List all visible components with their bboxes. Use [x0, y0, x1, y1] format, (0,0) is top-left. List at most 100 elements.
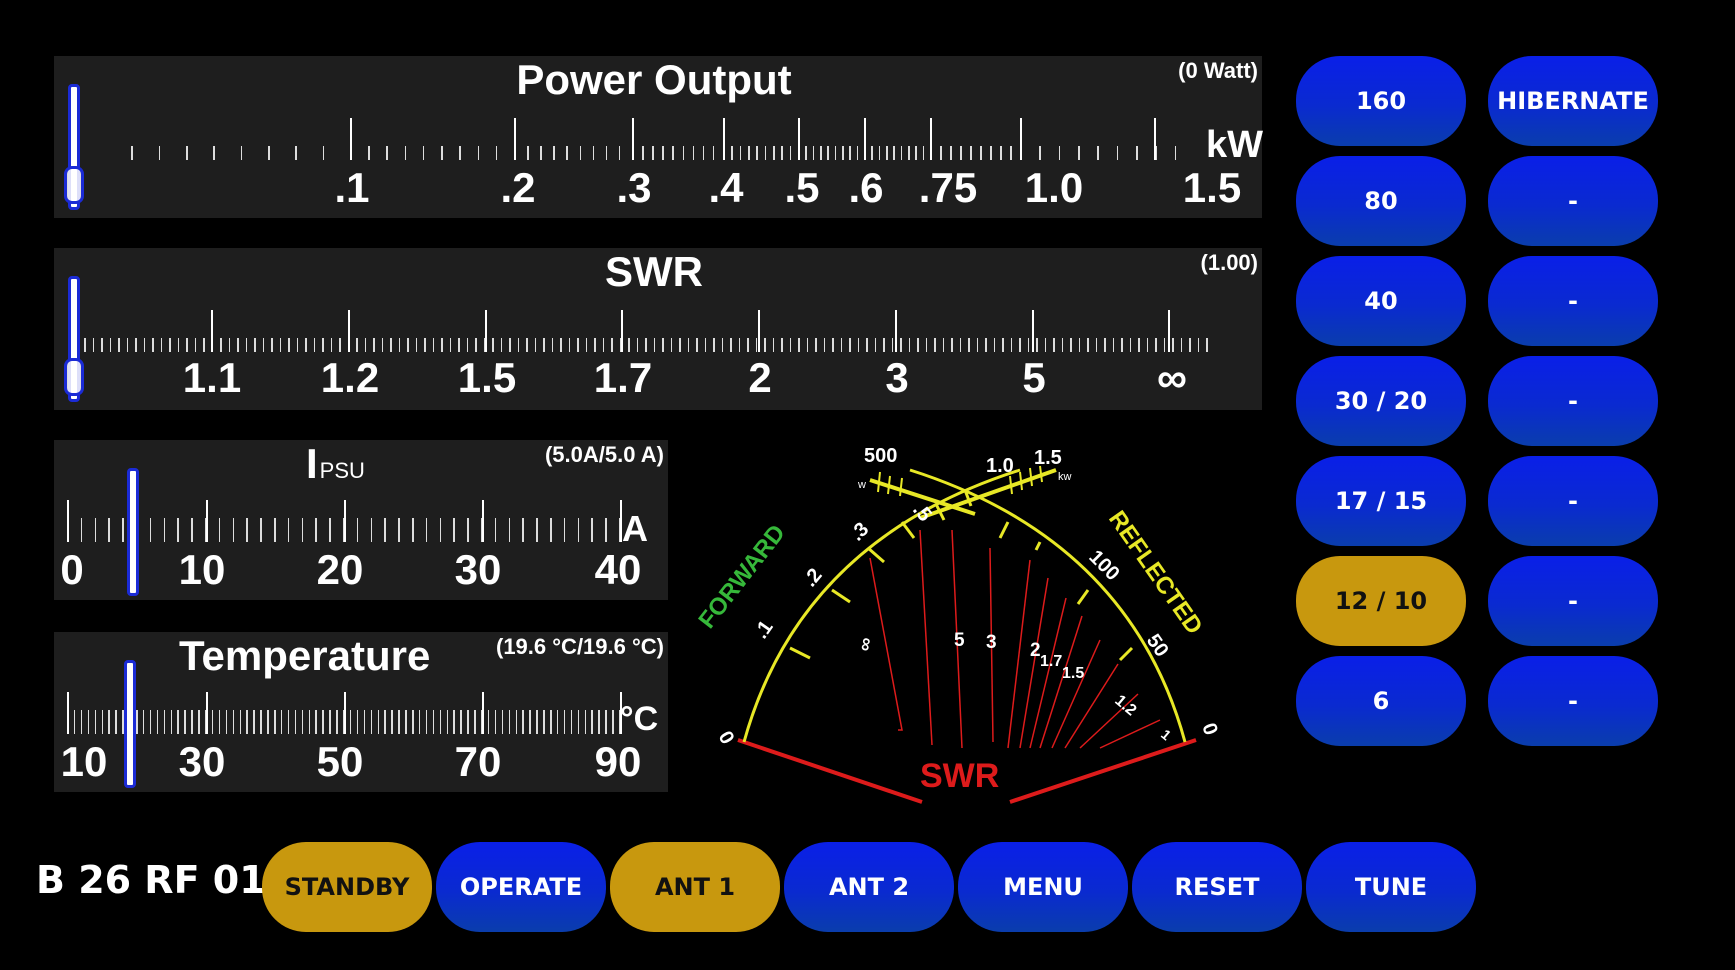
minor-tick — [908, 146, 910, 160]
minor-tick — [136, 710, 138, 734]
minor-tick — [191, 518, 193, 542]
reset-button[interactable]: RESET — [1132, 842, 1302, 932]
minor-tick — [612, 710, 614, 734]
scale-label: .4 — [708, 164, 744, 211]
minor-tick — [849, 146, 851, 160]
minor-tick — [976, 338, 978, 352]
minor-tick — [536, 710, 538, 734]
standby-button[interactable]: STANDBY — [262, 842, 432, 932]
minor-tick — [225, 710, 228, 734]
minor-tick — [253, 710, 255, 734]
minor-tick — [381, 338, 383, 352]
minor-tick — [280, 710, 283, 734]
minor-tick — [254, 338, 256, 352]
band-button-160[interactable]: 160 — [1296, 56, 1466, 146]
scale-label: ∞ — [1157, 354, 1187, 401]
minor-tick — [377, 710, 379, 734]
minor-tick — [1053, 338, 1055, 352]
fwd-label-3: .3 — [846, 518, 873, 545]
minor-tick — [815, 338, 817, 352]
minor-tick — [439, 710, 442, 734]
minor-tick — [805, 146, 807, 160]
minor-tick — [322, 146, 325, 160]
minor-tick — [550, 710, 552, 734]
scale-label: 40 — [594, 546, 642, 593]
minor-tick — [370, 710, 373, 734]
status-text: B 26 RF 01 — [36, 858, 266, 902]
side-button-2[interactable]: - — [1488, 256, 1658, 346]
minor-tick — [1002, 338, 1004, 352]
psu-current-unit: A — [622, 508, 648, 549]
hibernate-button[interactable]: HIBERNATE — [1488, 56, 1658, 146]
minor-tick — [391, 710, 393, 734]
band-button-40[interactable]: 40 — [1296, 256, 1466, 346]
minor-tick — [1000, 146, 1002, 160]
minor-tick — [73, 710, 76, 734]
minor-tick — [748, 146, 750, 160]
minor-tick — [970, 146, 972, 160]
swr-label-1-5: 1.5 — [1062, 665, 1084, 682]
minor-tick — [1010, 146, 1012, 160]
power-unit: kW — [1206, 124, 1263, 166]
minor-tick — [477, 146, 480, 160]
band-button-80[interactable]: 80 — [1296, 156, 1466, 246]
minor-tick — [611, 338, 613, 352]
minor-tick — [755, 338, 757, 352]
major-tick — [864, 118, 866, 160]
minor-tick — [891, 338, 893, 352]
minor-tick — [109, 338, 111, 352]
ref-label-50: 50 — [1142, 630, 1173, 661]
minor-tick — [407, 338, 409, 352]
band-button-3020[interactable]: 30 / 20 — [1296, 356, 1466, 446]
minor-tick — [163, 710, 166, 734]
ant-1-button[interactable]: ANT 1 — [610, 842, 780, 932]
minor-tick — [568, 338, 570, 352]
minor-tick — [80, 710, 83, 734]
power-needle-base — [64, 166, 84, 204]
side-button-3[interactable]: - — [1488, 356, 1658, 446]
minor-tick — [453, 518, 455, 542]
scale-label: 1.0 — [1024, 164, 1084, 211]
minor-tick — [336, 710, 338, 734]
minor-tick — [368, 146, 370, 160]
minor-tick — [642, 146, 644, 160]
minor-tick — [696, 338, 698, 352]
minor-tick — [177, 338, 179, 352]
side-button-4[interactable]: - — [1488, 456, 1658, 546]
menu-button[interactable]: MENU — [958, 842, 1128, 932]
side-button-5[interactable]: - — [1488, 556, 1658, 646]
minor-tick — [274, 710, 276, 734]
minor-tick — [515, 710, 517, 734]
minor-tick — [296, 338, 298, 352]
major-tick — [67, 692, 69, 734]
minor-tick — [203, 338, 205, 352]
minor-tick — [1070, 338, 1072, 352]
minor-tick — [721, 338, 723, 352]
reflected-ticks — [998, 521, 1134, 662]
ref-label-100: 100 — [1084, 546, 1123, 585]
minor-tick — [584, 710, 586, 734]
ant-2-button[interactable]: ANT 2 — [784, 842, 954, 932]
band-button-1210[interactable]: 12 / 10 — [1296, 556, 1466, 646]
minor-tick — [142, 710, 145, 734]
band-button-6[interactable]: 6 — [1296, 656, 1466, 746]
minor-tick — [886, 146, 888, 160]
ref-label-0: 0 — [1197, 720, 1221, 738]
minor-tick — [390, 338, 392, 352]
minor-tick — [149, 710, 152, 734]
minor-tick — [398, 338, 400, 352]
swr-meter: SWR (1.00) 1.1 1.2 1.5 1.7 2 3 5 ∞ — [54, 248, 1262, 410]
swr-label-inf: ∞ — [854, 636, 877, 653]
minor-tick — [556, 710, 559, 734]
tune-button[interactable]: TUNE — [1306, 842, 1476, 932]
minor-tick — [798, 338, 800, 352]
minor-tick — [789, 146, 792, 160]
operate-button[interactable]: OPERATE — [436, 842, 606, 932]
minor-tick — [738, 338, 740, 352]
side-button-6[interactable]: - — [1488, 656, 1658, 746]
major-tick — [344, 692, 346, 734]
band-button-1715[interactable]: 17 / 15 — [1296, 456, 1466, 546]
minor-tick — [1112, 338, 1114, 352]
side-button-1[interactable]: - — [1488, 156, 1658, 246]
minor-tick — [349, 710, 352, 734]
